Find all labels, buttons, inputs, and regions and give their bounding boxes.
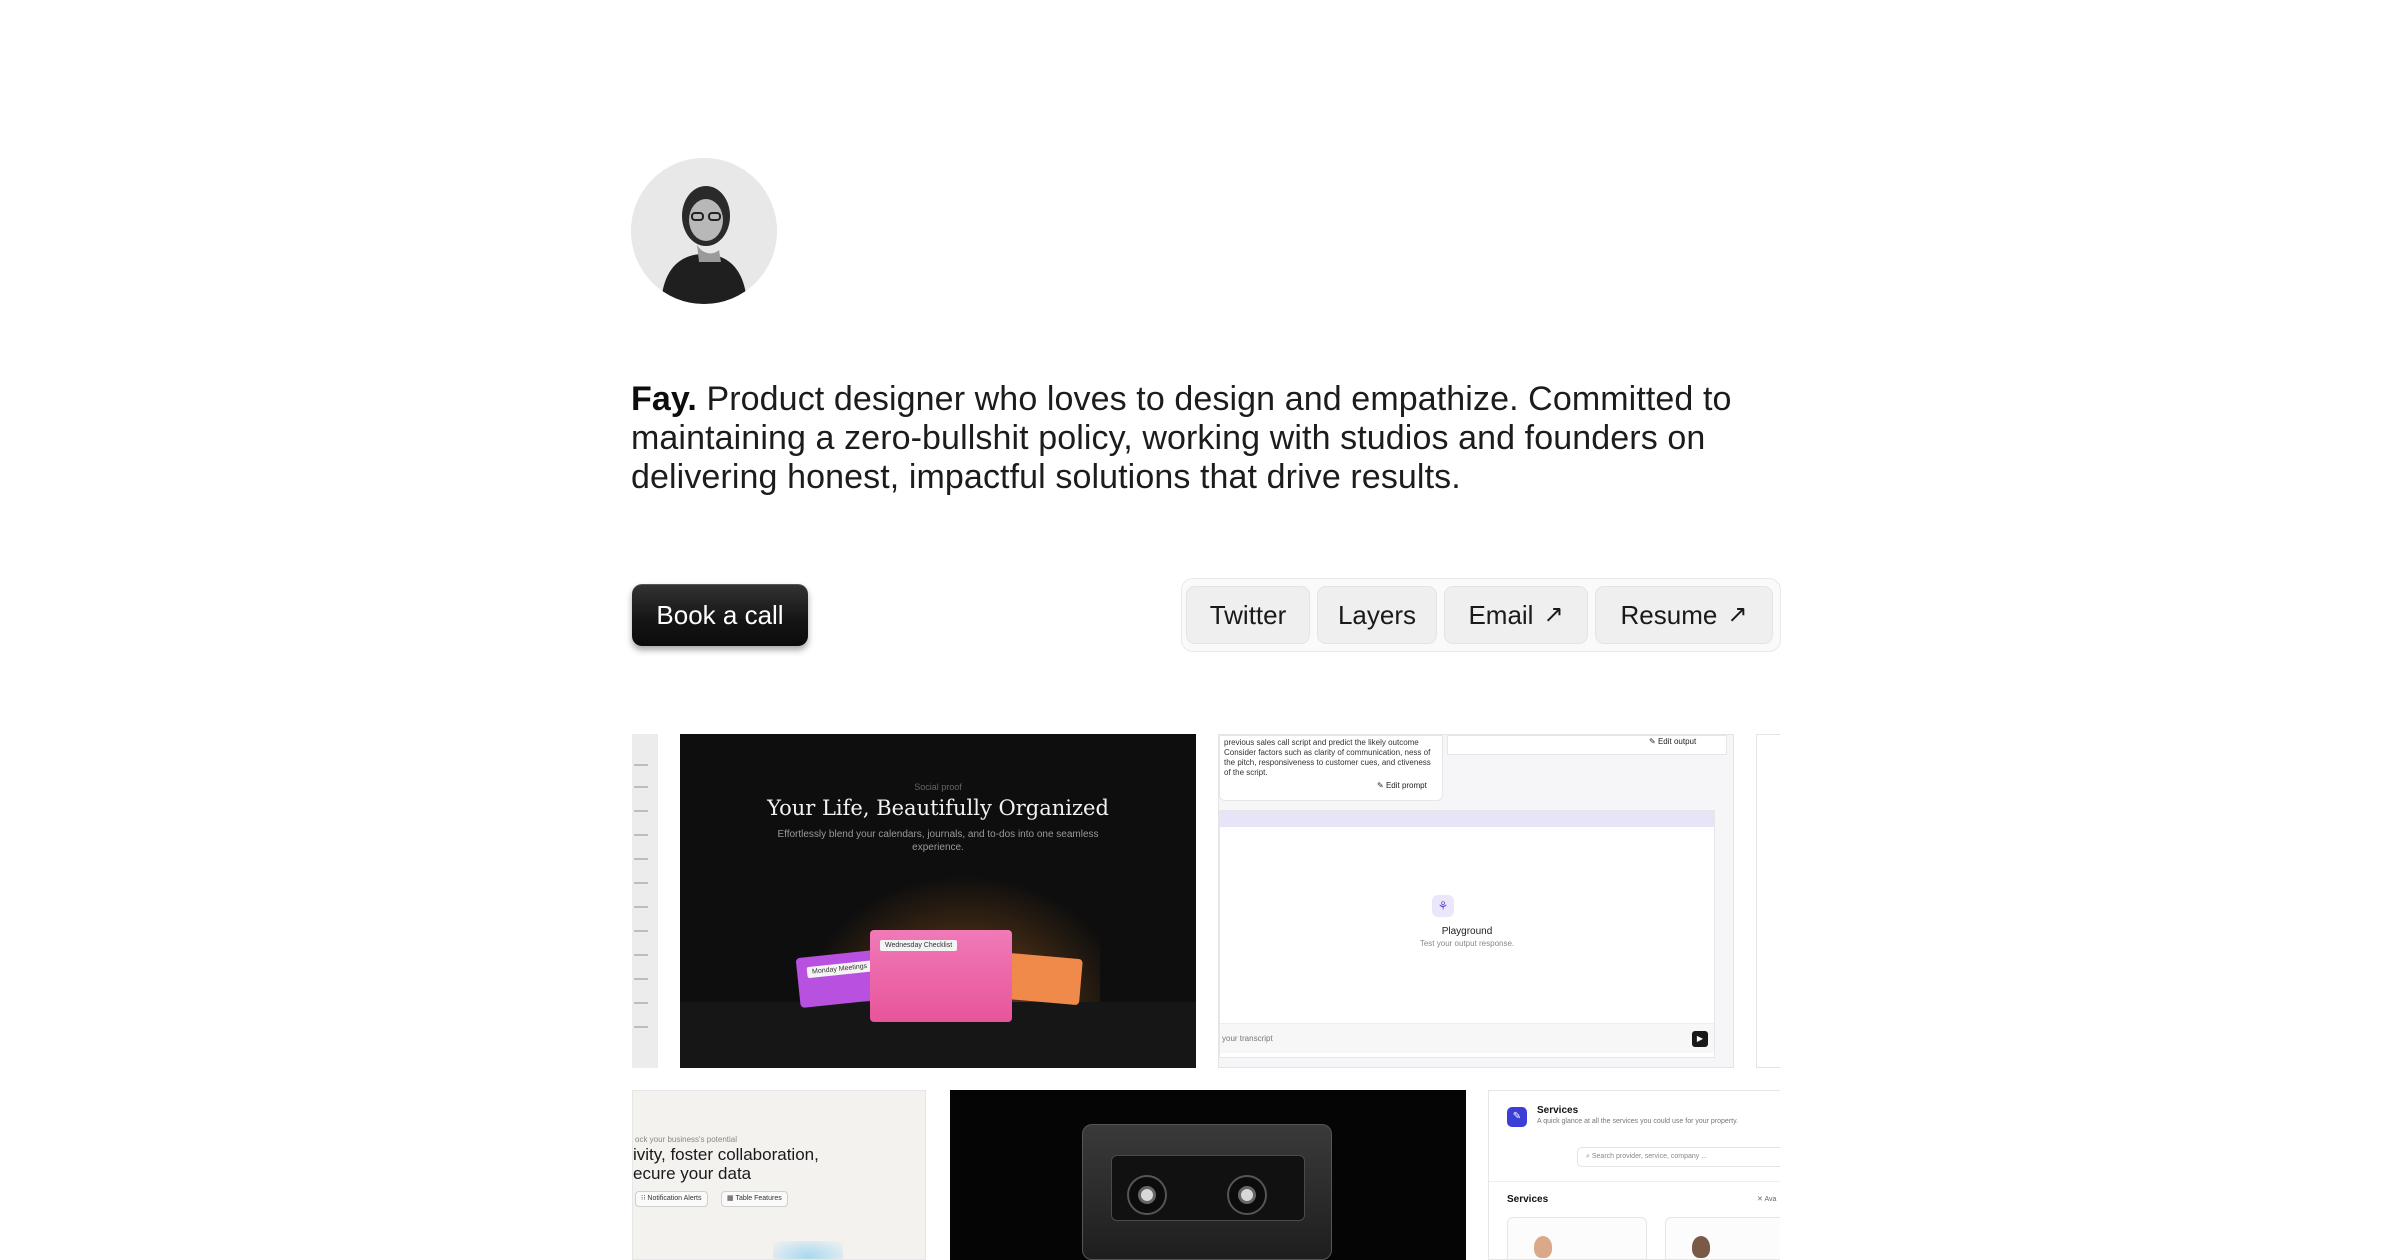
orange-card — [1003, 952, 1083, 1006]
selection-bar — [1220, 811, 1714, 827]
email-label: Email — [1468, 599, 1534, 630]
services-subtitle: A quick glance at all the services you c… — [1537, 1118, 1739, 1125]
external-arrow-icon: ↗ — [1543, 601, 1564, 628]
book-call-button[interactable]: Book a call — [632, 584, 808, 646]
wednesday-card: Wednesday Checklist — [870, 930, 1012, 1022]
monday-card: Monday Meetings — [795, 949, 881, 1009]
organized-subtitle: Effortlessly blend your calendars, journ… — [777, 829, 1099, 853]
services-filter[interactable]: ✕ Ava — [1757, 1195, 1776, 1203]
resume-label: Resume — [1620, 599, 1718, 630]
wednesday-card-label: Wednesday Checklist — [880, 940, 958, 951]
services-icon: ✎ — [1507, 1107, 1527, 1127]
gallery-card-playground[interactable]: previous sales call script and predict t… — [1218, 734, 1734, 1068]
provider-card[interactable] — [1507, 1217, 1647, 1259]
resume-link[interactable]: Resume ↗ — [1595, 586, 1773, 644]
twitter-label: Twitter — [1209, 599, 1287, 630]
layers-link[interactable]: Layers — [1317, 586, 1437, 644]
playground-subtitle: Test your output response. — [1419, 939, 1515, 948]
layers-label: Layers — [1337, 599, 1417, 630]
gallery-card-services[interactable]: ✎ Services A quick glance at all the ser… — [1488, 1090, 1780, 1260]
provider-card[interactable] — [1665, 1217, 1780, 1259]
divider — [1489, 1181, 1780, 1182]
services-search-input[interactable]: ⌕ Search provider, service, company ... — [1577, 1147, 1780, 1167]
edit-output-label: Edit output — [1657, 737, 1697, 746]
provider-avatar — [1534, 1236, 1552, 1258]
gallery-card-edge[interactable] — [1756, 734, 1780, 1068]
profile-name: Fay. — [631, 380, 697, 418]
playground-title: Playground — [1441, 926, 1493, 937]
playground-panel: ⚘ Playground Test your output response. … — [1219, 810, 1715, 1058]
gallery-card-business[interactable]: ock your business's potential ivity, fos… — [632, 1090, 926, 1260]
edit-prompt-label: Edit prompt — [1385, 781, 1427, 790]
bio-description: Product designer who loves to design and… — [631, 380, 1732, 496]
playground-icon: ⚘ — [1432, 895, 1454, 917]
twitter-link[interactable]: Twitter — [1186, 586, 1310, 644]
organized-eyebrow: Social proof — [914, 782, 962, 792]
glow-blob — [773, 1241, 843, 1259]
gallery-card-cassette[interactable] — [950, 1090, 1466, 1260]
provider-avatar — [1692, 1236, 1710, 1258]
organized-title: Your Life, Beautifully Organized — [767, 796, 1109, 820]
monday-card-label: Monday Meetings — [806, 960, 873, 979]
external-arrow-icon: ↗ — [1727, 601, 1748, 628]
gallery-card-sidebar-partial[interactable] — [632, 734, 658, 1068]
services-title: Services — [1537, 1105, 1579, 1116]
portrait-image — [631, 158, 777, 304]
transcript-input[interactable]: your transcript ▶ — [1220, 1023, 1714, 1053]
business-headline: ivity, foster collaboration, ecure your … — [633, 1145, 819, 1183]
transcript-placeholder: your transcript — [1222, 1034, 1273, 1043]
email-link[interactable]: Email ↗ — [1444, 586, 1588, 644]
prompt-card: previous sales call script and predict t… — [1219, 735, 1443, 801]
services-section-heading: Services — [1507, 1194, 1549, 1205]
gallery-card-organized[interactable]: Social proof Your Life, Beautifully Orga… — [680, 734, 1196, 1068]
edit-prompt-button[interactable]: ✎ Edit prompt — [1377, 781, 1427, 790]
business-eyebrow: ock your business's potential — [635, 1135, 738, 1144]
cassette-icon — [1082, 1124, 1332, 1260]
prompt-text: previous sales call script and predict t… — [1224, 738, 1431, 777]
bio-text: Fay. Product designer who loves to desig… — [631, 380, 1751, 497]
links-group: Twitter Layers Email ↗ Resume ↗ — [1181, 578, 1781, 652]
edit-output-button[interactable]: ✎ Edit output — [1649, 737, 1696, 746]
send-icon[interactable]: ▶ — [1692, 1031, 1708, 1047]
table-features-chip: ▦ Table Features — [721, 1191, 788, 1207]
notification-alerts-chip: ⁝⁝ Notification Alerts — [635, 1191, 708, 1207]
sidebar-preview — [632, 734, 658, 1068]
avatar — [631, 158, 777, 304]
